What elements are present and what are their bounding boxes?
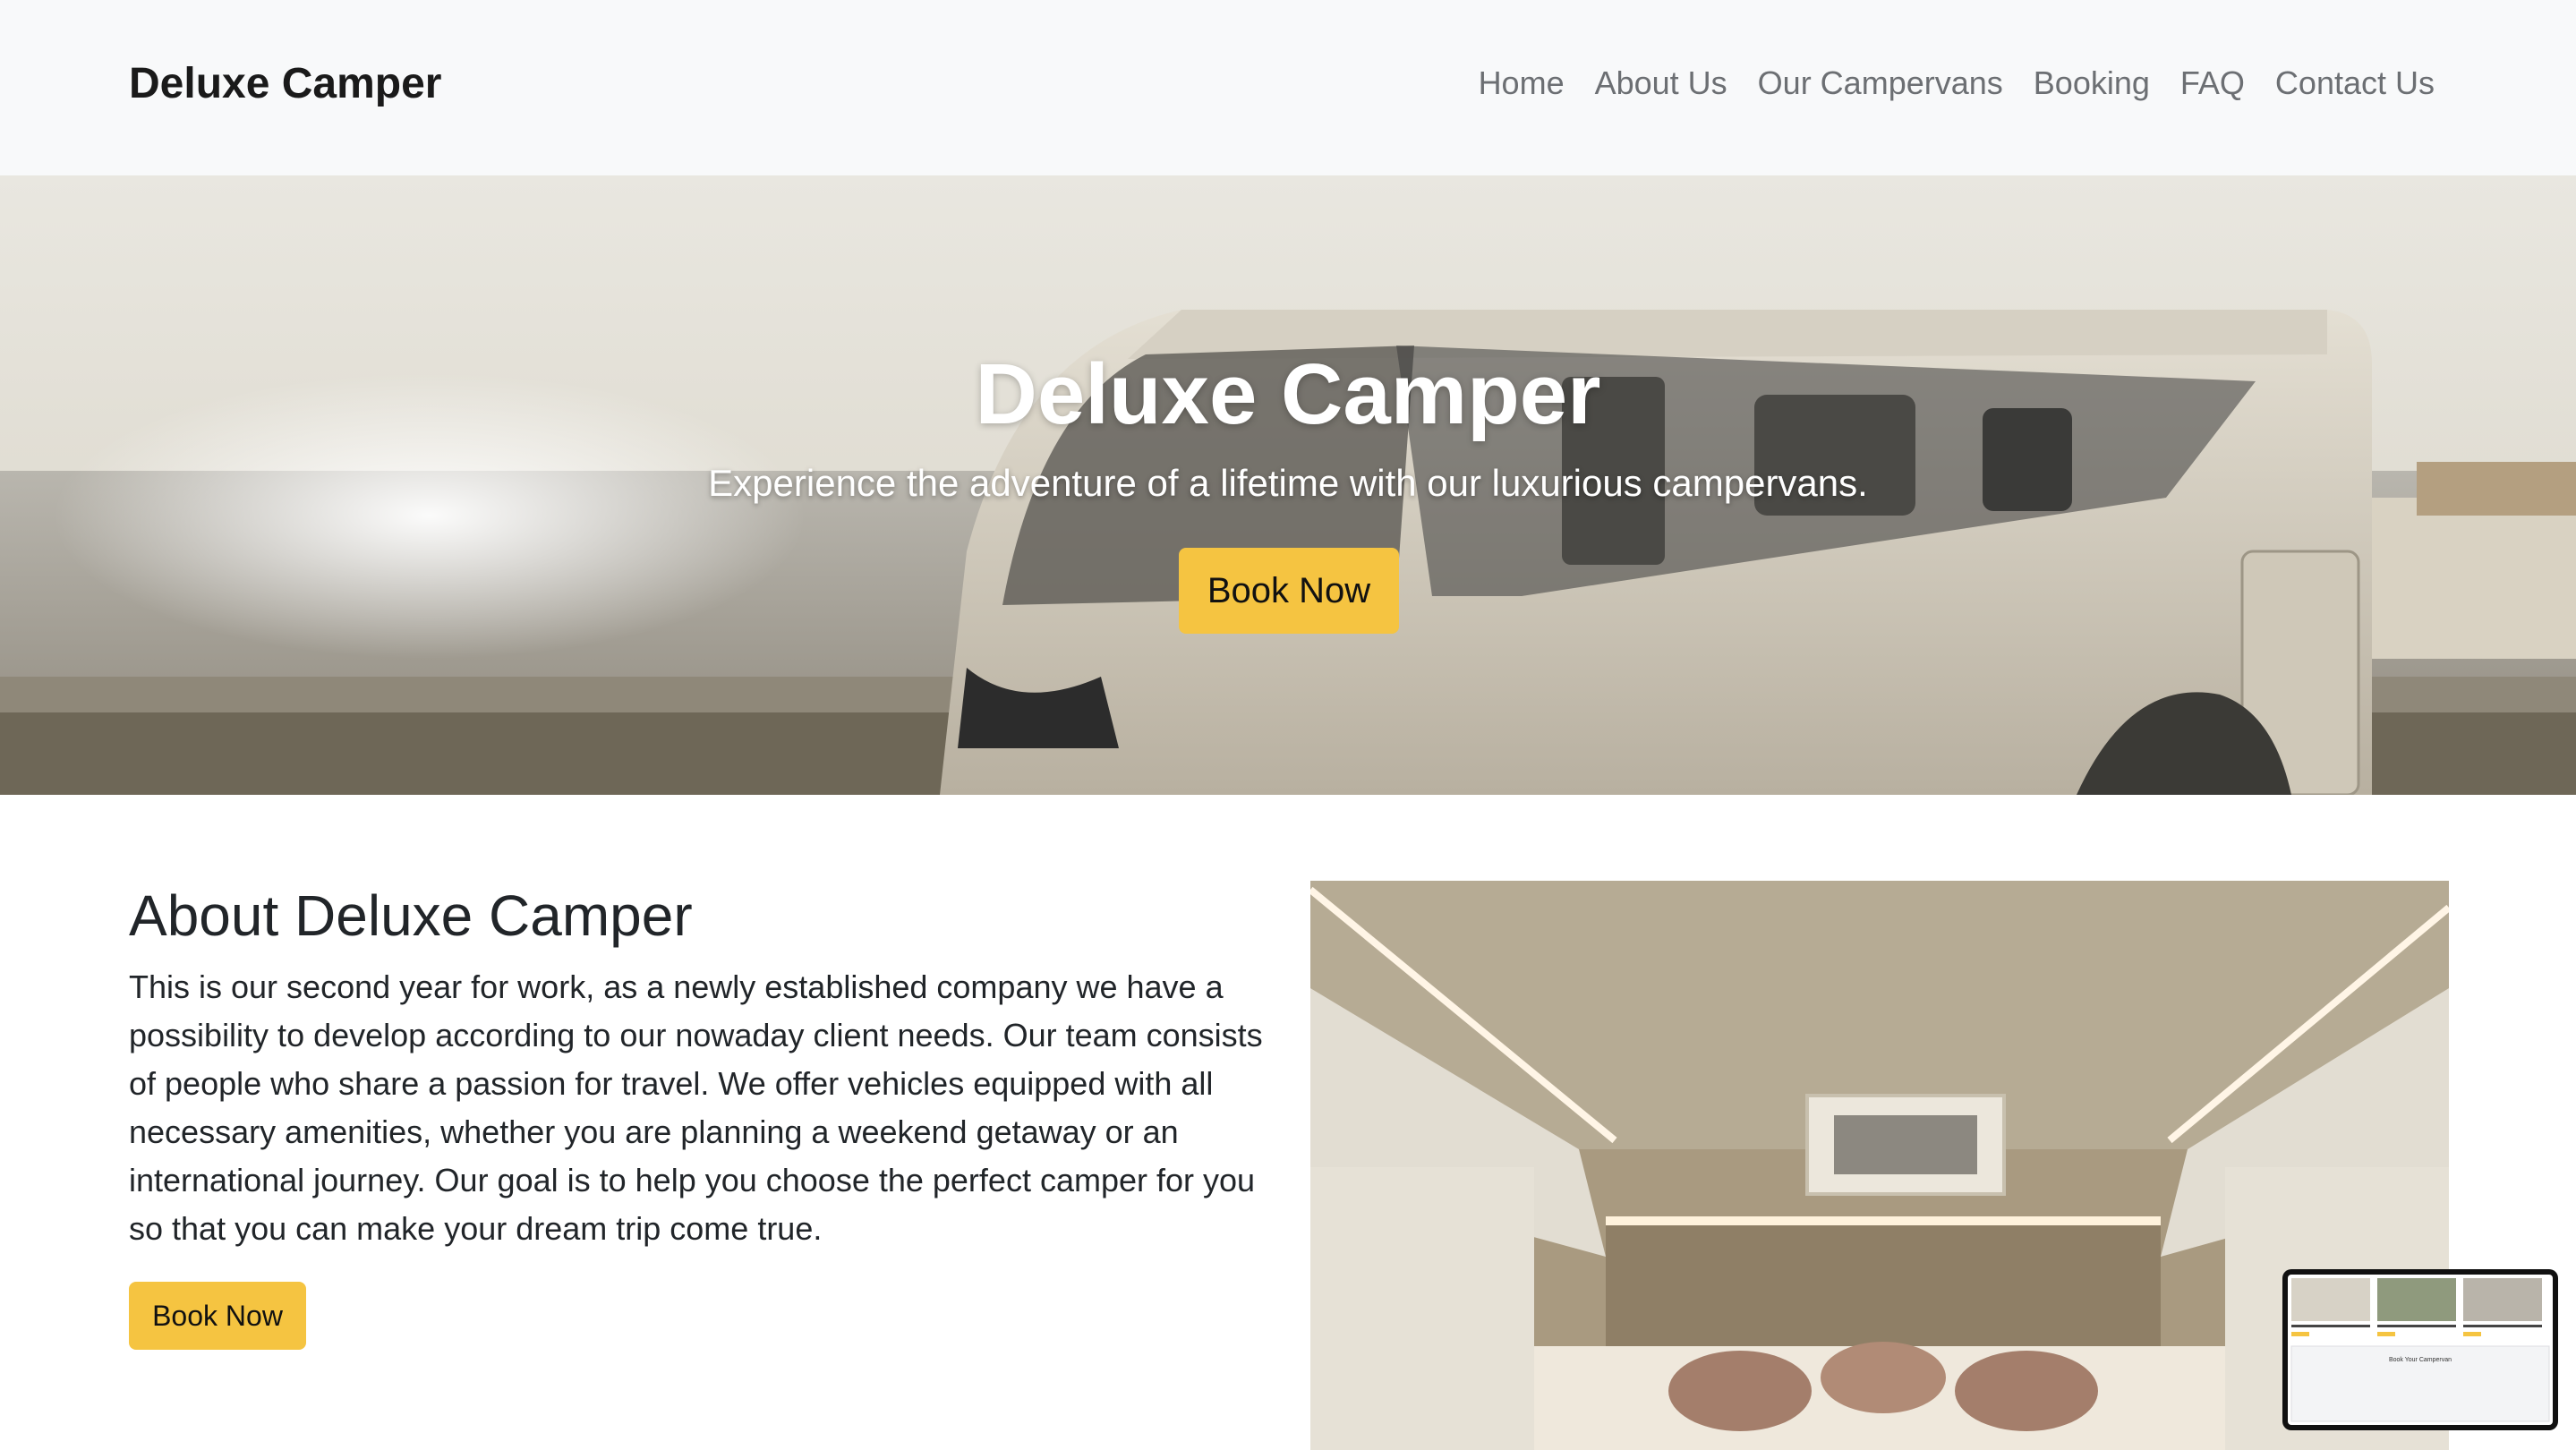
hero-section: Deluxe Camper Experience the adventure o…	[0, 175, 2576, 795]
nav-link-home[interactable]: Home	[1479, 64, 1565, 102]
nav-link-faq[interactable]: FAQ	[2180, 64, 2245, 102]
nav-link-our-campervans[interactable]: Our Campervans	[1758, 64, 2003, 102]
campervan-interior-image	[1310, 881, 2449, 1450]
nav-links: Home About Us Our Campervans Booking FAQ…	[1479, 64, 2435, 102]
nav-link-contact-us[interactable]: Contact Us	[2275, 64, 2435, 102]
hero-subtitle: Experience the adventure of a lifetime w…	[708, 462, 1868, 504]
brand-logo[interactable]: Deluxe Camper	[129, 59, 441, 108]
thumbnail-content: Book Your Campervan	[2288, 1275, 2553, 1425]
about-text: This is our second year for work, as a n…	[129, 968, 1263, 1247]
navbar: Deluxe Camper Home About Us Our Camperva…	[0, 0, 2576, 175]
nav-link-booking[interactable]: Booking	[2034, 64, 2150, 102]
hero-title: Deluxe Camper	[975, 346, 1601, 442]
page-preview-thumbnail[interactable]: Book Your Campervan	[2282, 1269, 2558, 1430]
nav-link-about-us[interactable]: About Us	[1595, 64, 1727, 102]
about-book-now-button[interactable]: Book Now	[129, 1282, 306, 1350]
hero-book-now-button[interactable]: Book Now	[1179, 548, 1399, 634]
about-heading: About Deluxe Camper	[129, 883, 693, 948]
thumbnail-section-title: Book Your Campervan	[2388, 1357, 2452, 1363]
